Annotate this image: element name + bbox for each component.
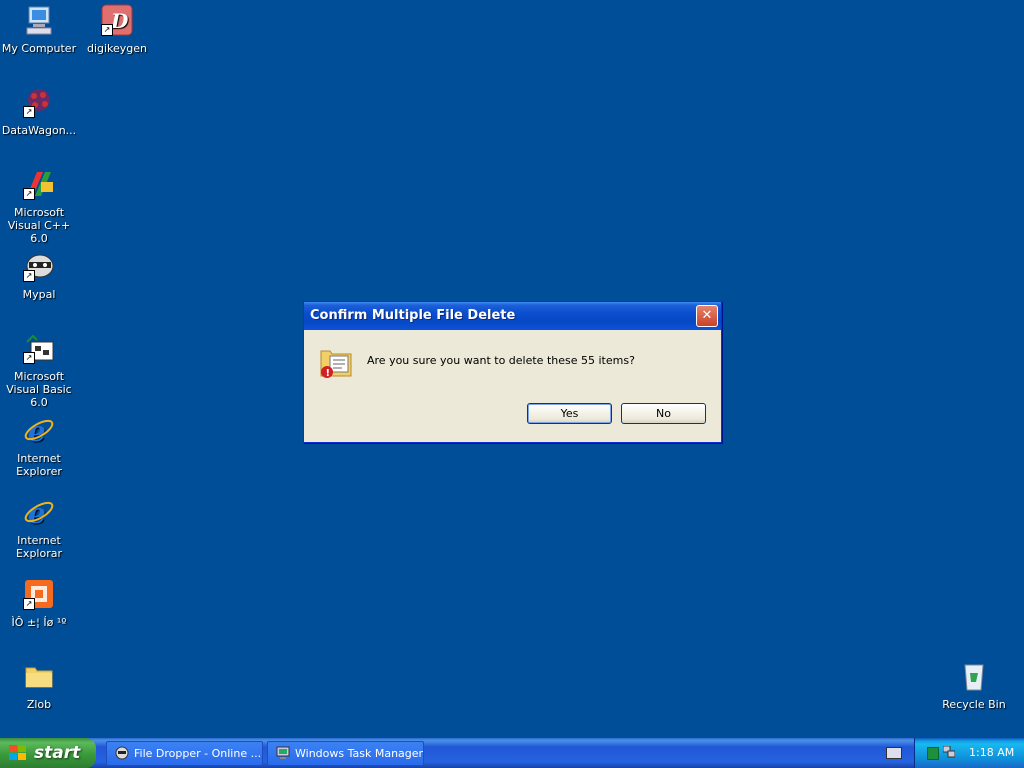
visual-cpp-icon: ↗ — [23, 168, 55, 200]
desktop: My Computer D ↗ digikeygen ↗ DataWagon..… — [0, 0, 1024, 738]
task-label: File Dropper - Online ... — [134, 747, 262, 760]
file-dropper-icon — [115, 746, 129, 760]
icon-label: Recycle Bin — [942, 698, 1006, 711]
svg-text:!: ! — [326, 368, 331, 379]
clock[interactable]: 1:18 AM — [969, 738, 1014, 768]
dialog-message: Are you sure you want to delete these 55… — [367, 354, 635, 367]
svg-text:e: e — [28, 497, 46, 528]
desktop-icon-visual-basic[interactable]: ↗ Microsoft Visual Basic 6.0 — [0, 332, 78, 409]
taobao-icon: ↗ — [23, 578, 55, 610]
dialog-titlebar[interactable]: Confirm Multiple File Delete ✕ — [304, 302, 721, 330]
icon-label: My Computer — [1, 42, 77, 55]
task-manager-icon — [276, 746, 290, 759]
dialog-title: Confirm Multiple File Delete — [310, 308, 516, 323]
icon-label: Microsoft Visual C++ 6.0 — [7, 206, 71, 245]
icon-label: digikeygen — [86, 42, 148, 55]
shortcut-arrow-icon: ↗ — [23, 352, 35, 364]
ie-icon: e — [23, 414, 55, 448]
shortcut-arrow-icon: ↗ — [23, 188, 35, 200]
folder-icon — [23, 660, 55, 692]
task-windows-task-manager[interactable]: Windows Task Manager — [267, 741, 424, 766]
confirm-delete-dialog: Confirm Multiple File Delete ✕ ! Are you… — [303, 301, 722, 443]
tray-app-icon[interactable] — [927, 747, 939, 760]
taskbar: start File Dropper - Online ... Windows … — [0, 738, 1024, 768]
desktop-icon-internet-explorar[interactable]: e Internet Explorar — [0, 496, 78, 560]
dialog-body: ! Are you sure you want to delete these … — [304, 330, 721, 440]
shortcut-arrow-icon: ↗ — [23, 106, 35, 118]
desktop-icon-mypal[interactable]: ↗ Mypal — [0, 250, 78, 301]
network-icon[interactable] — [943, 746, 955, 758]
desktop-icon-taobao[interactable]: ↗ ÌÔ ±¦ Íø ¹º — [0, 578, 78, 629]
raccoon-icon: ↗ — [23, 250, 55, 282]
icon-label: ÌÔ ±¦ Íø ¹º — [11, 616, 67, 629]
datawagon-icon: ↗ — [23, 86, 55, 118]
svg-text:e: e — [28, 415, 46, 446]
shortcut-arrow-icon: ↗ — [23, 598, 35, 610]
yes-button[interactable]: Yes — [527, 403, 612, 424]
delete-files-warning-icon: ! — [318, 344, 354, 380]
icon-label: Mypal — [22, 288, 56, 301]
start-label: start — [34, 743, 81, 763]
desktop-icon-internet-explorer[interactable]: e Internet Explorer — [0, 414, 78, 478]
shortcut-arrow-icon: ↗ — [23, 270, 35, 282]
windows-flag-icon — [9, 745, 26, 760]
recycle-bin-icon — [958, 660, 990, 692]
shortcut-arrow-icon: ↗ — [101, 24, 113, 36]
icon-label: Internet Explorar — [15, 534, 62, 560]
icon-label: Internet Explorer — [16, 452, 62, 478]
visual-basic-icon: ↗ — [23, 332, 55, 364]
icon-label: DataWagon... — [1, 124, 77, 137]
desktop-icon-my-computer[interactable]: My Computer — [0, 4, 78, 55]
no-button[interactable]: No — [621, 403, 706, 424]
keyboard-icon[interactable] — [886, 747, 902, 759]
task-file-dropper[interactable]: File Dropper - Online ... — [106, 741, 263, 766]
desktop-icon-visual-cpp[interactable]: ↗ Microsoft Visual C++ 6.0 — [0, 168, 78, 245]
desktop-icon-digikeygen[interactable]: D ↗ digikeygen — [78, 4, 156, 55]
start-button[interactable]: start — [0, 738, 96, 768]
system-tray: 1:18 AM — [914, 738, 1024, 768]
icon-label: Zlob — [26, 698, 52, 711]
desktop-icon-recycle-bin[interactable]: Recycle Bin — [935, 660, 1013, 711]
ie-icon: e — [23, 496, 55, 530]
app-d-icon: D ↗ — [101, 4, 133, 36]
desktop-icon-zlob[interactable]: Zlob — [0, 660, 78, 711]
close-button[interactable]: ✕ — [696, 305, 718, 327]
icon-label: Microsoft Visual Basic 6.0 — [6, 370, 72, 409]
task-label: Windows Task Manager — [295, 747, 424, 760]
computer-icon — [23, 4, 55, 36]
desktop-icon-datawagon[interactable]: ↗ DataWagon... — [0, 86, 78, 137]
